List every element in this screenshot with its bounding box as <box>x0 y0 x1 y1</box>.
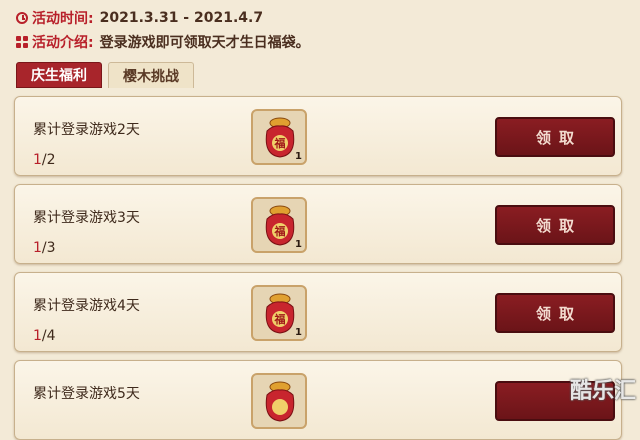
progress-current: 1 <box>33 328 42 344</box>
lucky-bag-icon <box>265 381 295 422</box>
progress-total: /3 <box>41 240 56 256</box>
svg-text:福: 福 <box>274 136 286 150</box>
svg-text:福: 福 <box>274 224 286 238</box>
tab-birthday-welfare[interactable]: 庆生福利 <box>16 62 102 88</box>
progress-total: /2 <box>41 152 56 168</box>
event-intro-value: 登录游戏即可领取天才生日福袋。 <box>99 35 310 51</box>
reward-slot[interactable] <box>251 373 307 429</box>
task-title: 累计登录游戏2天 <box>33 122 140 138</box>
grid-icon <box>16 36 28 48</box>
event-time-label: 活动时间: <box>32 11 94 27</box>
reward-slot[interactable]: 福 1 <box>251 285 307 341</box>
reward-slot[interactable]: 福 1 <box>251 109 307 165</box>
task-progress: 1/2 <box>33 152 56 168</box>
claim-button[interactable]: 领取 <box>495 117 615 157</box>
tab-bar: 庆生福利 樱木挑战 <box>16 62 194 88</box>
watermark-logo: 酷乐汇 <box>569 379 636 404</box>
progress-current: 1 <box>33 240 42 256</box>
tab-sakuragi-challenge[interactable]: 樱木挑战 <box>108 62 194 88</box>
reward-slot[interactable]: 福 1 <box>251 197 307 253</box>
svg-text:福: 福 <box>274 312 286 326</box>
clock-icon <box>16 12 28 24</box>
reward-count: 1 <box>295 239 302 250</box>
task-title: 累计登录游戏5天 <box>33 386 140 402</box>
task-row: 累计登录游戏4天 1/4 福 1 领取 <box>14 272 622 352</box>
event-time: 活动时间: 2021.3.31 - 2021.4.7 <box>16 8 263 28</box>
reward-count: 1 <box>295 151 302 162</box>
progress-current: 1 <box>33 152 42 168</box>
event-time-value: 2021.3.31 - 2021.4.7 <box>99 10 264 26</box>
reward-count: 1 <box>295 327 302 338</box>
task-row: 累计登录游戏2天 1/2 福 1 领取 <box>14 96 622 176</box>
event-intro-label: 活动介绍: <box>32 35 94 51</box>
task-row: 累计登录游戏5天 <box>14 360 622 440</box>
task-title: 累计登录游戏4天 <box>33 298 140 314</box>
task-row: 累计登录游戏3天 1/3 福 1 领取 <box>14 184 622 264</box>
task-title: 累计登录游戏3天 <box>33 210 140 226</box>
progress-total: /4 <box>41 328 56 344</box>
task-progress: 1/4 <box>33 328 56 344</box>
claim-button[interactable]: 领取 <box>495 293 615 333</box>
claim-button[interactable]: 领取 <box>495 205 615 245</box>
task-progress: 1/3 <box>33 240 56 256</box>
event-intro: 活动介绍: 登录游戏即可领取天才生日福袋。 <box>16 32 310 52</box>
